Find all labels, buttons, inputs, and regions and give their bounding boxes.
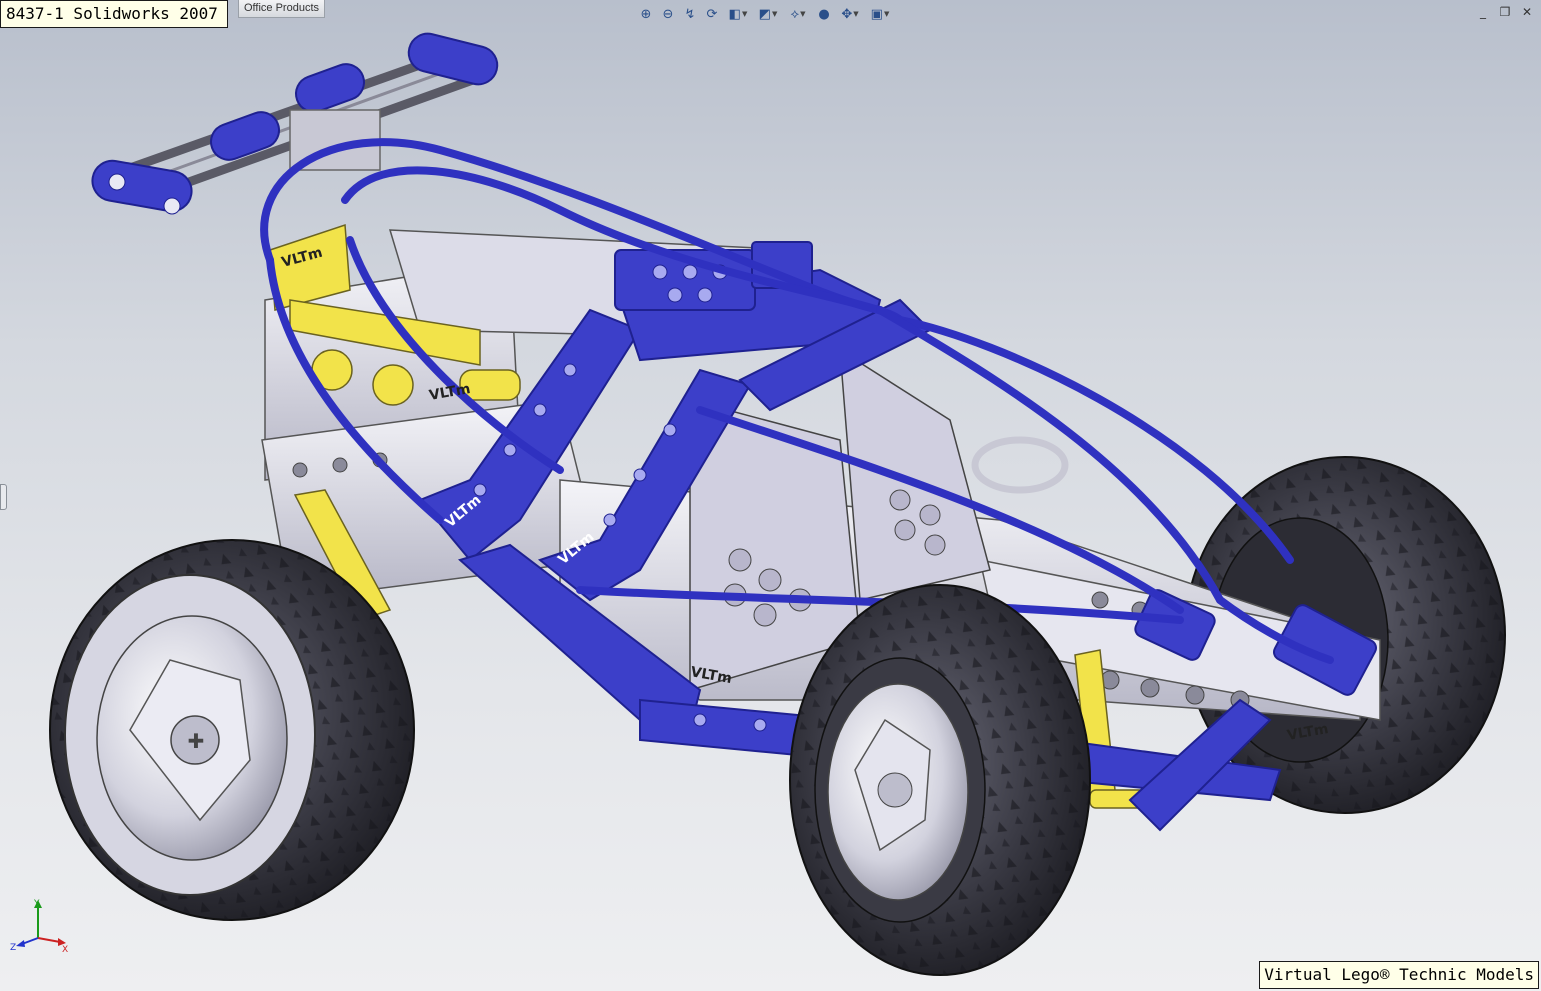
axis-z-label: Z [10, 943, 16, 952]
front-wheel [789, 584, 1091, 976]
rear-left-wheel: ✚ [49, 539, 415, 921]
axis-y-label: Y [33, 899, 40, 909]
axis-x-label: X [62, 945, 68, 952]
watermark-label: Virtual Lego® Technic Models [1259, 961, 1539, 989]
coordinate-triad: Y X Z [10, 899, 68, 952]
model-viewport[interactable]: ✚ VLTm VLTm VLTm VLTm VLTm VLTm [0, 0, 1541, 991]
steering-wheel [971, 436, 1069, 494]
rear-wing [91, 32, 499, 215]
svg-text:✚: ✚ [188, 729, 205, 753]
